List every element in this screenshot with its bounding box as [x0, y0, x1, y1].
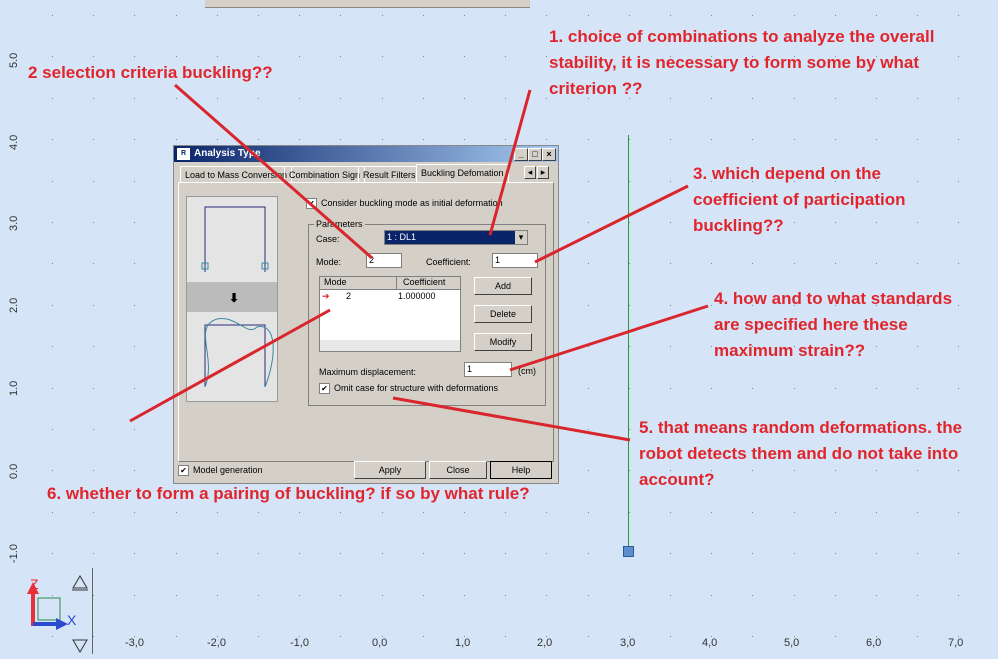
annotation-6: 6. whether to form a pairing of buckling… — [47, 484, 530, 503]
annotation-2: 2 selection criteria buckling?? — [28, 63, 273, 82]
annotation-line-2 — [174, 83, 373, 260]
annotation-4: 4. how and to what standards are specifi… — [714, 289, 953, 360]
annotation-3: 3. which depend on the coefficient of pa… — [693, 164, 906, 235]
annotation-line-4 — [509, 304, 709, 372]
annotation-line-6 — [129, 308, 331, 423]
annotation-line-3 — [534, 184, 689, 264]
annotation-line-5 — [392, 396, 631, 442]
annotation-line-1 — [488, 89, 532, 236]
annotation-1: 1. choice of combinations to analyze the… — [549, 27, 935, 98]
annotation-5: 5. that means random deformations. the r… — [639, 418, 963, 489]
